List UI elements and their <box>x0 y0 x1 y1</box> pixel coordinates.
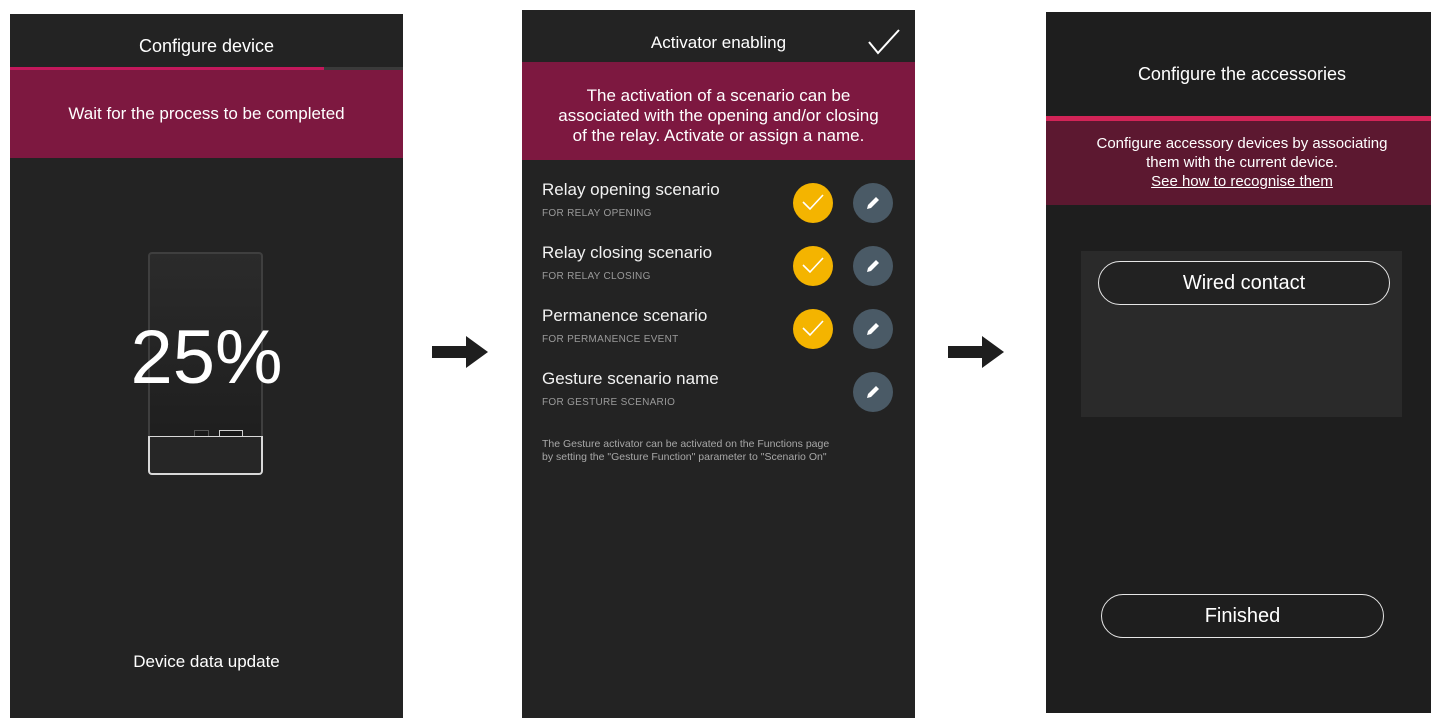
wired-contact-button[interactable]: Wired contact <box>1098 261 1390 305</box>
info-banner: The activation of a scenario can be asso… <box>522 62 915 160</box>
status-banner: Wait for the process to be completed <box>10 70 403 158</box>
edit-name-button[interactable] <box>853 372 893 412</box>
activator-enabling-screen: Activator enabling The activation of a s… <box>522 10 915 718</box>
screen-title: Configure the accessories <box>1137 64 1347 84</box>
pencil-icon <box>867 323 879 335</box>
banner-line: The activation of a scenario can be <box>586 86 851 105</box>
enable-toggle[interactable] <box>793 246 833 286</box>
device-base <box>148 436 263 475</box>
edit-name-button[interactable] <box>853 309 893 349</box>
scenario-label: Gesture scenario name <box>542 369 719 388</box>
note-line: by setting the "Gesture Function" parame… <box>542 451 827 463</box>
right-arrow-icon <box>432 336 488 368</box>
scenario-label: Relay closing scenario <box>542 243 713 262</box>
banner-line: Configure accessory devices by associati… <box>1096 135 1388 152</box>
scenario-row-relay-opening: Relay opening scenario FOR RELAY OPENING <box>542 180 895 236</box>
enable-toggle[interactable] <box>793 309 833 349</box>
pencil-icon <box>867 197 879 209</box>
confirm-check-icon[interactable] <box>867 28 901 56</box>
scenario-row-relay-closing: Relay closing scenario FOR RELAY CLOSING <box>542 243 895 299</box>
scenario-sublabel: FOR GESTURE SCENARIO <box>542 397 676 408</box>
scenario-label: Permanence scenario <box>542 306 708 325</box>
pencil-icon <box>867 260 879 272</box>
scenario-row-permanence: Permanence scenario FOR PERMANENCE EVENT <box>542 306 895 362</box>
banner-line: them with the current device. <box>1146 154 1338 171</box>
right-arrow-icon <box>948 336 1004 368</box>
scenario-label: Relay opening scenario <box>542 180 720 199</box>
edit-name-button[interactable] <box>853 246 893 286</box>
scenario-row-gesture: Gesture scenario name FOR GESTURE SCENAR… <box>542 369 895 425</box>
banner-line: of the relay. Activate or assign a name. <box>572 126 865 145</box>
banner-line: associated with the opening and/or closi… <box>558 106 879 125</box>
progress-percent: 25% <box>130 315 283 400</box>
recognise-link[interactable]: See how to recognise them <box>1046 172 1431 191</box>
note-line: The Gesture activator can be activated o… <box>542 438 830 450</box>
configure-device-screen: Configure device Wait for the process to… <box>10 14 403 718</box>
screen-title: Configure device <box>138 36 275 56</box>
gesture-note: The Gesture activator can be activated o… <box>542 438 895 464</box>
screen-title: Activator enabling <box>650 33 787 52</box>
status-text: Device data update <box>133 652 280 671</box>
scenario-sublabel: FOR PERMANENCE EVENT <box>542 334 679 345</box>
check-icon <box>802 320 824 337</box>
scenario-sublabel: FOR RELAY CLOSING <box>542 271 651 282</box>
check-icon <box>802 257 824 274</box>
check-icon <box>802 194 824 211</box>
info-banner: Configure accessory devices by associati… <box>1046 121 1431 205</box>
scenario-sublabel: FOR RELAY OPENING <box>542 208 652 219</box>
edit-name-button[interactable] <box>853 183 893 223</box>
enable-toggle[interactable] <box>793 183 833 223</box>
configure-accessories-screen: Configure the accessories Configure acce… <box>1046 12 1431 713</box>
finished-button[interactable]: Finished <box>1101 594 1384 638</box>
pencil-icon <box>867 386 879 398</box>
